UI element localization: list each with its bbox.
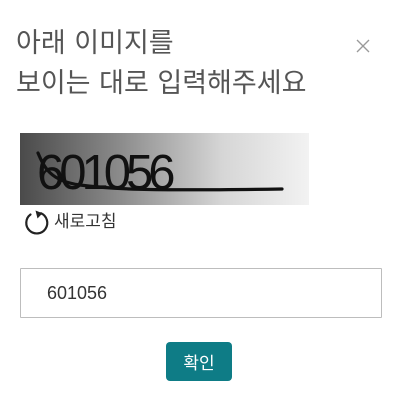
captcha-answer-input[interactable] <box>20 268 382 318</box>
captcha-dialog: 아래 이미지를 보이는 대로 입력해주세요 601056 새로고침 601056… <box>0 0 400 420</box>
captcha-text: 601056 <box>37 146 174 200</box>
close-button[interactable] <box>354 37 372 55</box>
confirm-button[interactable]: 확인 <box>166 342 232 381</box>
dialog-title: 아래 이미지를 보이는 대로 입력해주세요 <box>16 24 346 104</box>
title-line-1: 아래 이미지를 <box>16 28 174 59</box>
title-line-2: 보이는 대로 입력해주세요 <box>16 68 307 99</box>
close-icon <box>356 39 370 53</box>
refresh-label: 새로고침 <box>54 211 117 232</box>
captcha-image: 601056 <box>20 133 309 205</box>
refresh-button[interactable]: 새로고침 <box>22 207 117 237</box>
refresh-icon <box>25 210 49 235</box>
